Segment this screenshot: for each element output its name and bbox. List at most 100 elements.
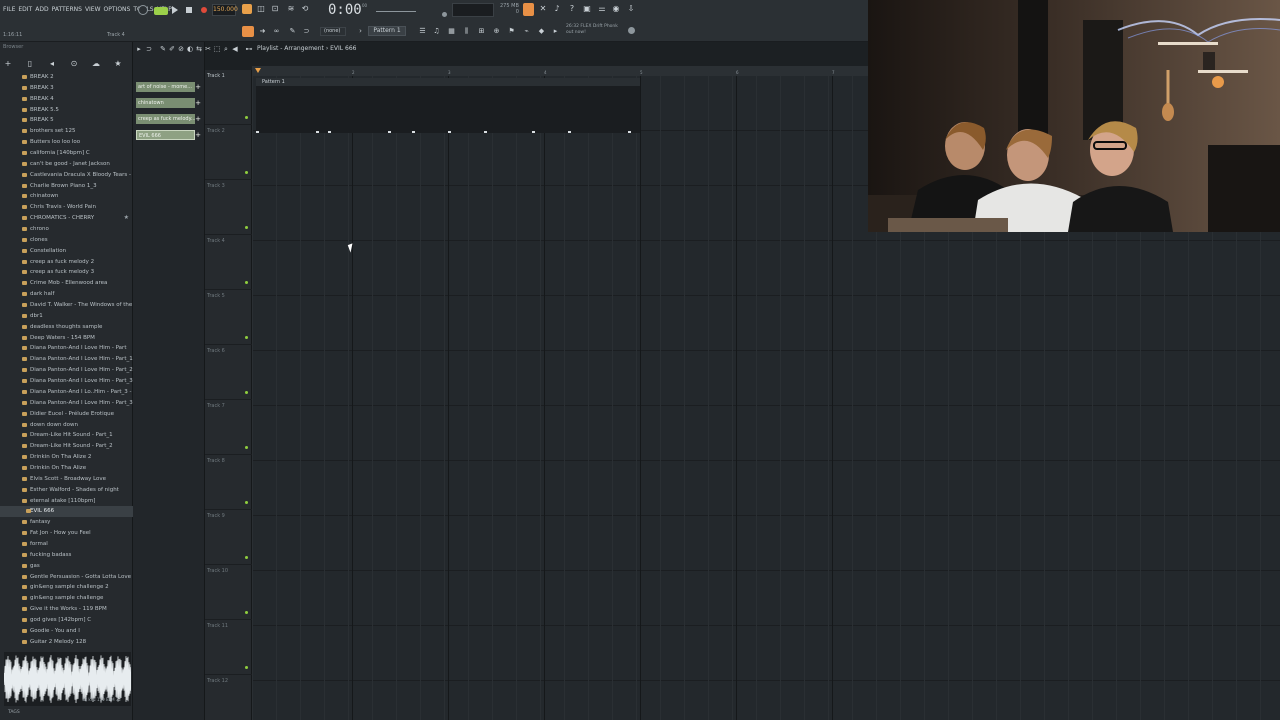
draw-tool-icon[interactable]: ✎ [159, 45, 167, 53]
arrow-right-icon[interactable]: ➜ [258, 27, 267, 36]
browser-item[interactable]: eternal atake [110bpm] [0, 496, 133, 507]
track-led-icon[interactable] [245, 501, 248, 504]
browser-item[interactable]: can't be good - Janet Jackson [0, 159, 133, 170]
arrow-right-small-icon[interactable]: › [356, 27, 365, 36]
countdown-icon[interactable]: ⊡ [270, 4, 280, 14]
browser-item[interactable]: Drinkin On Tha Alize 2 [0, 452, 133, 463]
browser-item[interactable]: fantasy [0, 517, 133, 528]
browser-item[interactable]: brothers set 125 [0, 126, 133, 137]
pattern-icon[interactable] [242, 26, 254, 37]
master-pitch-knob[interactable] [442, 12, 447, 17]
plus-icon[interactable]: + [195, 130, 201, 140]
browser-item[interactable]: Guitar 2 Melody 128 [0, 637, 133, 648]
track-led-icon[interactable] [245, 446, 248, 449]
playback-tool-icon[interactable]: ◀ [231, 45, 239, 53]
piano-roll-icon[interactable]: ♫ [432, 27, 441, 36]
select-tool-icon[interactable]: ⬚ [213, 45, 221, 53]
browser-item[interactable]: fucking badass [0, 550, 133, 561]
browser-item[interactable]: Give it the Works - 119 BPM [0, 604, 133, 615]
browser-item[interactable]: BREAK 2 [0, 72, 133, 83]
playhead-marker[interactable] [255, 68, 261, 73]
slice-tool-icon[interactable]: ✂ [204, 45, 212, 53]
browser-item[interactable]: creep as fuck melody 3 [0, 267, 133, 278]
delete-tool-icon[interactable]: ⊘ [177, 45, 185, 53]
browser-item[interactable]: gin&eng sample challenge 2 [0, 582, 133, 593]
browser-item[interactable]: Charlie Brown Piano 1_3 [0, 181, 133, 192]
menu-file[interactable]: FILE [3, 6, 15, 13]
download-icon[interactable]: ⇩ [626, 4, 636, 14]
plugin-picker-icon[interactable]: ⊕ [492, 27, 501, 36]
picker-item-selected[interactable]: EVIL 666 [136, 130, 195, 140]
plus-icon[interactable]: + [195, 114, 201, 124]
picker-item[interactable]: art of noise - mome... [136, 82, 195, 92]
menu-patterns[interactable]: PATTERNS [52, 6, 82, 13]
browser-item[interactable]: gin&eng sample challenge [0, 593, 133, 604]
browser-item[interactable]: formal [0, 539, 133, 550]
picker-item[interactable]: creep as fuck melody... [136, 114, 195, 124]
mixer-view-icon[interactable]: ⫼ [462, 27, 471, 36]
multilink-button[interactable] [523, 3, 534, 16]
link-icon[interactable]: ∞ [272, 27, 281, 36]
magnet-snap-icon[interactable]: ⊃ [145, 45, 153, 53]
pencil-icon[interactable]: ✎ [288, 27, 297, 36]
song-mode-button[interactable] [154, 7, 168, 15]
track-led-icon[interactable] [245, 281, 248, 284]
blend-notes-icon[interactable]: ≋ [286, 4, 296, 14]
browser-file-icon[interactable]: ▯ [24, 59, 36, 68]
timeline-ruler[interactable]: 2 3 4 5 6 7 [252, 66, 868, 76]
record-icon[interactable] [201, 7, 207, 13]
browser-item[interactable]: down down down [0, 420, 133, 431]
wait-input-icon[interactable]: ◫ [256, 4, 266, 14]
zoom-tool-icon[interactable]: ⌕ [222, 45, 230, 53]
pattern-clip[interactable]: Pattern 1 [256, 78, 640, 133]
record-settings-icon[interactable]: ▸ [551, 27, 560, 36]
browser-view-icon[interactable]: ⊞ [477, 27, 486, 36]
project-icon[interactable]: ◆ [537, 27, 546, 36]
plugin-icon[interactable]: ◉ [611, 4, 621, 14]
browser-item[interactable]: Dream-Like Hit Sound - Part_2 [0, 441, 133, 452]
browser-item[interactable]: BREAK 4 [0, 94, 133, 105]
picker-item[interactable]: chinatown [136, 98, 195, 108]
browser-item[interactable]: Gentle Persuasion - Gotta Lotta Love [0, 572, 133, 583]
track-header[interactable]: Track 3 [205, 180, 252, 235]
browser-item[interactable]: Esther Walford - Shades of night [0, 485, 133, 496]
touch-keyboard-icon[interactable]: ⌁ [522, 27, 531, 36]
browser-item[interactable]: BREAK 3 [0, 83, 133, 94]
loop-record-icon[interactable]: ⟲ [300, 4, 310, 14]
browser-item[interactable]: Crime Mob - Ellenwood area [0, 278, 133, 289]
track-header[interactable]: Track 9 [205, 510, 252, 565]
browser-item[interactable]: dbr1 [0, 311, 133, 322]
pattern-selector[interactable]: Pattern 1 [368, 26, 406, 36]
star-icon[interactable]: ★ [124, 213, 129, 224]
mixer-icon[interactable]: ⚌ [597, 4, 607, 14]
browser-item[interactable]: Drinkin On Tha Alize [0, 463, 133, 474]
playlist-menu-icon[interactable]: ▸ [135, 45, 143, 53]
browser-item[interactable]: gas [0, 561, 133, 572]
browser-item[interactable]: Diana Panton-And I Love Him - Part_3 [0, 398, 133, 409]
paint-tool-icon[interactable]: ✐ [168, 45, 176, 53]
stop-icon[interactable] [186, 7, 192, 13]
browser-item[interactable]: dark half [0, 289, 133, 300]
menu-edit[interactable]: EDIT [18, 6, 32, 13]
mic-icon[interactable]: ♪ [552, 4, 562, 14]
browser-item[interactable]: Elvis Scott - Broadway Love [0, 474, 133, 485]
news-panel[interactable]: 26:32 FLEX Drift Phonk out now! [566, 24, 618, 36]
playlist-icon[interactable]: ☰ [418, 27, 427, 36]
pat-song-knob-icon[interactable] [138, 5, 148, 15]
menu-options[interactable]: OPTIONS [104, 6, 131, 13]
track-led-icon[interactable] [245, 226, 248, 229]
plus-icon[interactable]: + [195, 82, 201, 92]
save-icon[interactable]: ▣ [582, 4, 592, 14]
track-header[interactable]: Track 7 [205, 400, 252, 455]
menu-view[interactable]: VIEW [85, 6, 101, 13]
news-refresh-icon[interactable] [628, 27, 635, 34]
menu-add[interactable]: ADD [35, 6, 48, 13]
browser-item-selected[interactable]: EVIL 666 [0, 506, 133, 518]
browser-item[interactable]: Dream-Like Hit Sound - Part_1 [0, 430, 133, 441]
close-x-icon[interactable]: ✕ [538, 4, 548, 14]
tags-label[interactable]: TAGS [8, 710, 20, 715]
browser-item[interactable]: CHROMATICS - CHERRY ★ [0, 213, 133, 224]
browser-item[interactable]: chrono [0, 224, 133, 235]
browser-item[interactable]: Castlevania Dracula X Bloody Tears - Par… [0, 170, 133, 181]
browser-item[interactable]: Diana Panton-And I Love Him - Part_3 - P… [0, 376, 133, 387]
